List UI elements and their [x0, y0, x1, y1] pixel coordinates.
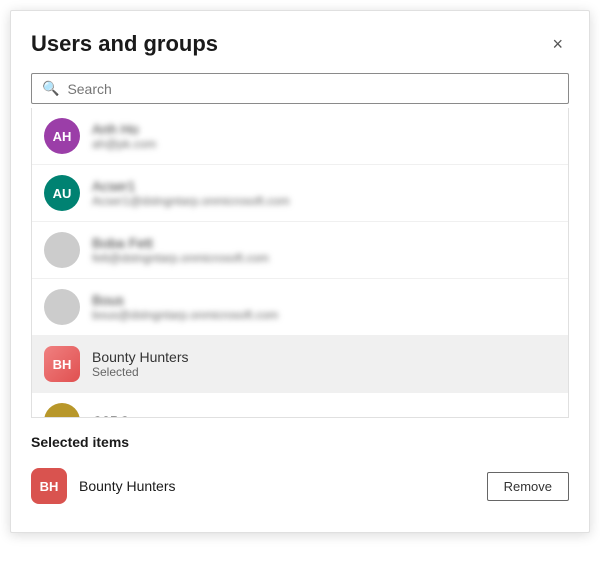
selected-item-name: Bounty Hunters: [79, 478, 487, 494]
remove-button[interactable]: Remove: [487, 472, 569, 501]
avatar: [44, 403, 80, 418]
dialog-header: Users and groups ×: [31, 31, 569, 57]
selected-section: Selected items BH Bounty Hunters Remove: [31, 434, 569, 512]
item-info: Acser1 Acser1@dstngntarp.onmicrosoft.com: [92, 178, 290, 208]
avatar: [44, 289, 80, 325]
list-item[interactable]: AH Anh Ho ah@pk.com: [32, 108, 568, 165]
selected-items-label: Selected items: [31, 434, 569, 450]
item-email: Acser1@dstngntarp.onmicrosoft.com: [92, 194, 290, 208]
avatar: [44, 232, 80, 268]
item-info: Bounty Hunters Selected: [92, 349, 189, 379]
item-name: C3PO: [92, 413, 130, 418]
selected-avatar: BH: [31, 468, 67, 504]
item-name: Bous: [92, 292, 278, 308]
list-item[interactable]: Boba Fett fett@dstngntarp.onmicrosoft.co…: [32, 222, 568, 279]
item-name: Acser1: [92, 178, 290, 194]
item-name: Boba Fett: [92, 235, 269, 251]
dialog-title: Users and groups: [31, 31, 218, 57]
user-list: AH Anh Ho ah@pk.com AU Acser1 Acser1@dst…: [31, 108, 569, 418]
avatar: AU: [44, 175, 80, 211]
list-item[interactable]: Bous bous@dstngntarp.onmicrosoft.com: [32, 279, 568, 336]
search-box: 🔍: [31, 73, 569, 104]
item-name: Bounty Hunters: [92, 349, 189, 365]
search-input[interactable]: [67, 81, 558, 97]
list-item-bounty-hunters[interactable]: BH Bounty Hunters Selected: [32, 336, 568, 393]
selected-row: BH Bounty Hunters Remove: [31, 460, 569, 512]
item-name: Anh Ho: [92, 121, 156, 137]
dialog: Users and groups × 🔍 AH Anh Ho ah@pk.com…: [10, 10, 590, 533]
item-selected-label: Selected: [92, 365, 189, 379]
item-info: Anh Ho ah@pk.com: [92, 121, 156, 151]
item-info: Boba Fett fett@dstngntarp.onmicrosoft.co…: [92, 235, 269, 265]
close-button[interactable]: ×: [546, 33, 569, 55]
item-email: fett@dstngntarp.onmicrosoft.com: [92, 251, 269, 265]
item-info: C3PO: [92, 413, 130, 418]
item-email: bous@dstngntarp.onmicrosoft.com: [92, 308, 278, 322]
list-item[interactable]: C3PO: [32, 393, 568, 418]
item-email: ah@pk.com: [92, 137, 156, 151]
item-info: Bous bous@dstngntarp.onmicrosoft.com: [92, 292, 278, 322]
avatar: AH: [44, 118, 80, 154]
search-icon: 🔍: [42, 80, 59, 97]
list-item[interactable]: AU Acser1 Acser1@dstngntarp.onmicrosoft.…: [32, 165, 568, 222]
avatar: BH: [44, 346, 80, 382]
